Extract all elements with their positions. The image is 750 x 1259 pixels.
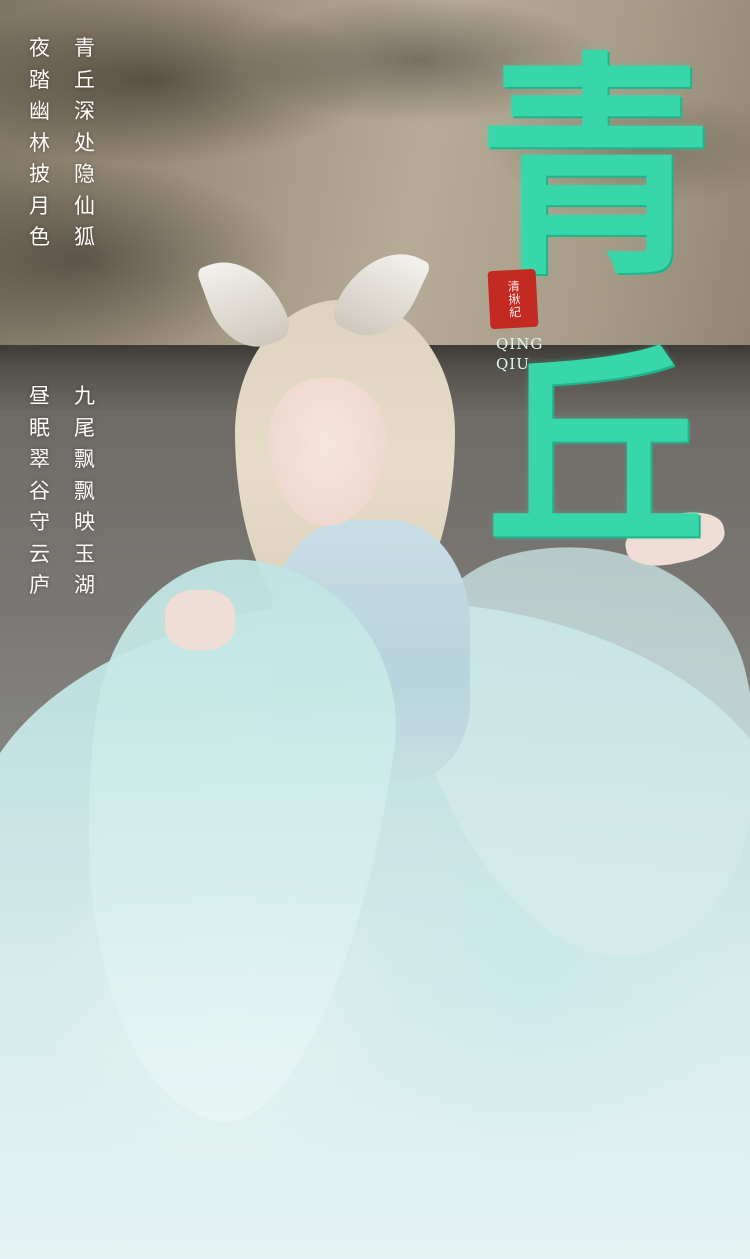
- poem-char: 庐: [29, 573, 50, 597]
- poem-char: 谷: [29, 478, 50, 503]
- poem-char: 色: [29, 225, 50, 249]
- left-hand: [165, 590, 235, 650]
- poem-char: 月: [29, 193, 50, 218]
- romanization: QING QIU: [496, 334, 543, 374]
- poem-char: 林: [29, 130, 50, 155]
- poem-char: 湖: [74, 573, 95, 597]
- poem-char: 翠: [29, 447, 50, 471]
- poem-char: 夜: [29, 36, 50, 60]
- poem-column-2: 青 丘 深 处 隐 仙 狐: [74, 38, 95, 259]
- poem-char: 丘: [74, 67, 95, 92]
- poem-char: 披: [29, 162, 50, 186]
- poem-char: 九: [74, 384, 95, 408]
- poem-char: 昼: [29, 384, 50, 408]
- romanization-line-1: QING: [496, 335, 544, 353]
- poem-char: 狐: [74, 225, 95, 249]
- mist: [0, 900, 750, 1259]
- poem-char: 幽: [29, 99, 50, 123]
- poem-column-4: 九 尾 飘 飘 映 玉 湖: [74, 386, 95, 607]
- poem-char: 玉: [74, 541, 95, 566]
- poem-char: 处: [74, 130, 95, 155]
- poem-char: 映: [74, 510, 95, 534]
- romanization-line-2: QIU: [496, 355, 530, 373]
- seal-text: 清揪紀: [505, 279, 522, 319]
- poem-char: 飘: [74, 478, 95, 503]
- poem-column-1: 夜 踏 幽 林 披 月 色: [29, 38, 50, 259]
- poem-char: 尾: [74, 415, 95, 440]
- poem-char: 踏: [29, 67, 50, 92]
- poem-char: 眠: [29, 415, 50, 440]
- poem-char: 云: [29, 541, 50, 566]
- poem-char: 仙: [74, 193, 95, 218]
- title-char-qing: 青: [478, 31, 713, 307]
- poem-char: 飘: [74, 447, 95, 471]
- poem-char: 守: [29, 510, 50, 534]
- poem-column-3: 昼 眠 翠 谷 守 云 庐: [29, 386, 50, 607]
- red-seal-stamp: 清揪紀: [487, 268, 539, 330]
- poem-char: 隐: [74, 162, 95, 186]
- poem-char: 青: [74, 36, 95, 60]
- poem-char: 深: [74, 99, 95, 123]
